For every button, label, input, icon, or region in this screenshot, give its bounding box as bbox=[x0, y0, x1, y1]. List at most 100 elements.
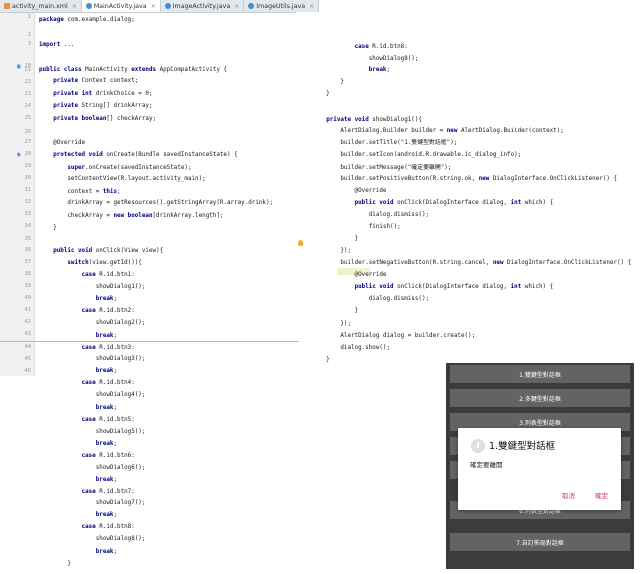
line-number: 33 bbox=[24, 211, 32, 217]
code-line: case R.id.btn8: bbox=[354, 44, 408, 50]
code-line: protected void onCreate(Bundle savedInst… bbox=[53, 152, 238, 158]
dialog-cancel-button[interactable]: 取消 bbox=[562, 490, 575, 500]
info-icon bbox=[471, 439, 485, 453]
line-number: 25 bbox=[24, 115, 32, 121]
code-line: break; bbox=[95, 405, 118, 411]
tab-label: ImageActivity.java bbox=[172, 2, 231, 10]
tab-2[interactable]: ImageActivity.java × bbox=[160, 0, 245, 12]
line-number: 44 bbox=[24, 344, 32, 350]
code-line: break; bbox=[95, 512, 118, 518]
code-line: break; bbox=[95, 441, 118, 447]
code-line: break; bbox=[95, 333, 118, 339]
dialog-ok-button[interactable]: 確定 bbox=[595, 490, 608, 500]
code-line: showDialog4(); bbox=[39, 392, 146, 398]
line-number: 45 bbox=[24, 356, 32, 362]
code-line: }); bbox=[312, 321, 352, 327]
java-file-icon bbox=[248, 3, 255, 9]
line-number: 27 bbox=[24, 139, 32, 145]
line-number: 3 bbox=[27, 41, 31, 47]
tab-0[interactable]: activity_main.xml × bbox=[0, 0, 82, 12]
code-line: private String[] drinkArray; bbox=[53, 103, 153, 109]
code-line: setContentView(R.layout.activity_main); bbox=[39, 176, 206, 182]
code-line: case R.id.btn8: bbox=[81, 524, 135, 530]
line-number: 2 bbox=[27, 32, 31, 38]
code-line: @Override bbox=[39, 140, 86, 146]
code-line: import ... bbox=[39, 42, 75, 48]
line-number: 28 bbox=[24, 151, 32, 157]
code-line: case R.id.btn6: bbox=[81, 453, 135, 459]
code-line: @Override bbox=[312, 272, 387, 278]
phone-button-2[interactable]: 2.多鍵型對話框 bbox=[450, 389, 630, 407]
code-line: builder.setTitle("1.雙鍵型對話框"); bbox=[312, 140, 458, 146]
code-line: } bbox=[312, 91, 330, 97]
xml-file-icon bbox=[4, 3, 10, 9]
code-line: drinkArray = getResources().getStringArr… bbox=[39, 200, 274, 206]
code-line: } bbox=[312, 308, 359, 314]
code-line: case R.id.btn3: bbox=[81, 345, 135, 351]
override-gutter-icon[interactable]: ◉ bbox=[17, 151, 21, 158]
line-number: 31 bbox=[24, 187, 32, 193]
code-line: private Context context; bbox=[53, 78, 139, 84]
editor-split-divider[interactable] bbox=[0, 341, 299, 342]
code-line: builder.setPositiveButton(R.string.ok, n… bbox=[312, 176, 618, 182]
code-line: } bbox=[39, 225, 57, 231]
close-icon[interactable]: × bbox=[234, 3, 239, 10]
code-line: public class MainActivity extends AppCom… bbox=[39, 67, 227, 73]
line-number: 42 bbox=[24, 319, 32, 325]
code-line: checkArray = new boolean[drinkArray.leng… bbox=[39, 213, 224, 219]
line-number: 37 bbox=[24, 259, 32, 265]
code-line: dialog.dismiss(); bbox=[312, 212, 430, 218]
code-line: public void onClick(View view){ bbox=[53, 248, 164, 254]
line-number: 35 bbox=[24, 236, 32, 242]
java-file-icon bbox=[164, 3, 171, 9]
close-icon[interactable]: × bbox=[309, 3, 314, 10]
code-line: context = this; bbox=[39, 189, 121, 195]
code-line: public void onClick(DialogInterface dial… bbox=[354, 284, 554, 290]
code-line: AlertDialog dialog = builder.create(); bbox=[312, 333, 476, 339]
phone-button-7[interactable]: 7.自訂佈局對話框 bbox=[450, 533, 630, 551]
tab-3[interactable]: ImageUtils.java × bbox=[244, 0, 320, 12]
line-number: 40 bbox=[24, 295, 32, 301]
editor-tab-bar: activity_main.xml × MainActivity.java × Imag… bbox=[0, 0, 320, 13]
code-line: builder.setIcon(android.R.drawable.ic_di… bbox=[312, 152, 522, 158]
code-line: showDialog5(); bbox=[39, 429, 146, 435]
line-number: 22 bbox=[24, 79, 32, 85]
code-line: showDialog7(); bbox=[39, 500, 146, 506]
phone-button-1[interactable]: 1.雙鍵型對話框 bbox=[450, 365, 630, 383]
code-line: break; bbox=[95, 296, 118, 302]
tab-label: MainActivity.java bbox=[93, 2, 147, 10]
line-number: 39 bbox=[24, 283, 32, 289]
code-line: showDialog8(); bbox=[312, 56, 419, 62]
tab-label: activity_main.xml bbox=[12, 2, 68, 10]
code-line: break; bbox=[95, 549, 118, 555]
line-number: 34 bbox=[24, 223, 32, 229]
class-gutter-icon[interactable]: ▣ bbox=[17, 63, 21, 70]
code-line: private int drinkChoice = 0; bbox=[53, 91, 153, 97]
code-line: builder.setMessage("確定要離開"); bbox=[312, 165, 452, 171]
code-line: }); bbox=[312, 248, 352, 254]
code-line: package com.example.dialog; bbox=[39, 17, 135, 23]
line-number: 1 bbox=[27, 14, 31, 20]
code-line: showDialog6(); bbox=[39, 465, 146, 471]
close-icon[interactable]: × bbox=[72, 3, 77, 10]
code-line: showDialog3(); bbox=[39, 356, 146, 362]
lightbulb-icon[interactable] bbox=[298, 240, 303, 246]
line-number: 23 bbox=[24, 91, 32, 97]
line-number: 43 bbox=[24, 331, 32, 337]
code-line: case R.id.btn2: bbox=[81, 308, 135, 314]
code-line: showDialog1(); bbox=[39, 284, 146, 290]
code-line: } bbox=[312, 357, 330, 363]
code-line: private boolean[] checkArray; bbox=[53, 116, 157, 122]
line-number: 46 bbox=[24, 368, 32, 374]
line-number: 21 bbox=[24, 67, 32, 73]
line-number: 29 bbox=[24, 163, 32, 169]
code-line: builder.setNegativeButton(R.string.cance… bbox=[312, 260, 632, 266]
code-line: break; bbox=[95, 477, 118, 483]
code-line: AlertDialog.Builder builder = new AlertD… bbox=[312, 128, 564, 134]
code-line: super.onCreate(savedInstanceState); bbox=[67, 165, 192, 171]
close-icon[interactable]: × bbox=[151, 3, 156, 10]
tab-1[interactable]: MainActivity.java × bbox=[81, 0, 161, 12]
java-file-icon bbox=[85, 3, 92, 9]
code-line: showDialog8(); bbox=[39, 536, 146, 542]
code-line: finish(); bbox=[312, 224, 401, 230]
